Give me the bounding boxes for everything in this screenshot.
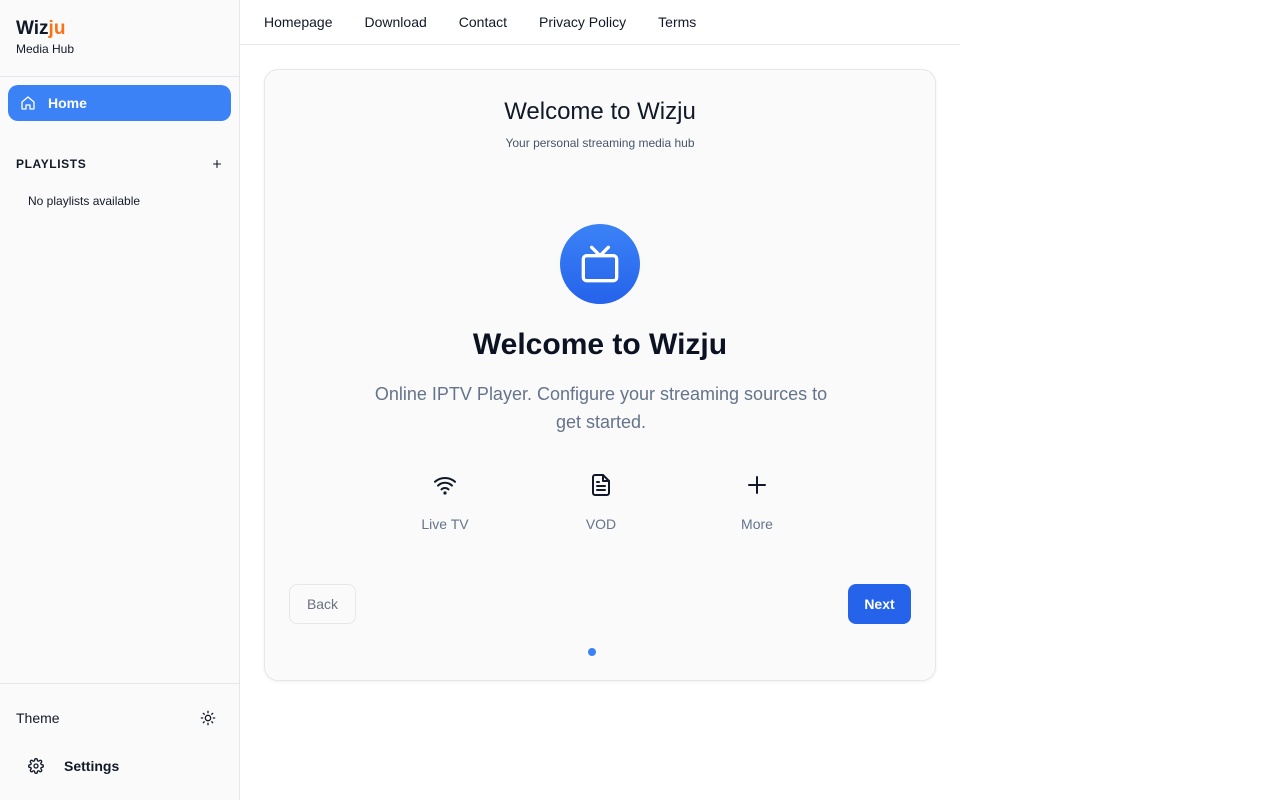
sidebar-item-home[interactable]: Home — [8, 85, 231, 121]
card-subtitle: Your personal streaming media hub — [505, 136, 695, 150]
wifi-icon — [432, 472, 458, 498]
brand-subtitle: Media Hub — [16, 42, 75, 56]
theme-row: Theme — [16, 710, 216, 726]
document-icon — [588, 472, 614, 498]
gear-icon — [28, 758, 44, 774]
brand-name-main: Wiz — [16, 18, 49, 39]
feature-label: More — [741, 516, 773, 532]
plus-icon — [212, 159, 222, 169]
welcome-card: Welcome to Wizju Your personal streaming… — [264, 69, 936, 681]
brand: Wiz ju Media Hub — [0, 0, 239, 77]
feature-vod: VOD — [541, 472, 661, 532]
theme-label: Theme — [16, 710, 60, 726]
feature-live-tv: Live TV — [385, 472, 505, 532]
nav-link-terms[interactable]: Terms — [658, 14, 696, 30]
theme-toggle-button[interactable] — [200, 710, 216, 726]
settings-label: Settings — [64, 758, 120, 774]
playlists-header: PLAYLISTS — [16, 157, 224, 171]
back-button[interactable]: Back — [289, 584, 356, 624]
nav-link-download[interactable]: Download — [365, 14, 427, 30]
nav-link-privacy-policy[interactable]: Privacy Policy — [539, 14, 626, 30]
brand-name-accent: ju — [48, 18, 66, 39]
playlists-title: PLAYLISTS — [16, 157, 87, 171]
add-playlist-button[interactable] — [210, 157, 224, 171]
sidebar-footer: Theme Settings — [0, 683, 239, 800]
hero-description: Online IPTV Player. Configure your strea… — [374, 384, 828, 432]
card-title: Welcome to Wizju — [504, 98, 696, 125]
feature-label: Live TV — [421, 516, 469, 532]
sidebar-item-settings[interactable]: Settings — [28, 758, 119, 774]
sidebar-item-label: Home — [48, 95, 87, 111]
home-icon — [20, 95, 36, 111]
tv-icon — [560, 224, 640, 304]
feature-more: More — [697, 472, 817, 532]
nav-link-homepage[interactable]: Homepage — [264, 14, 333, 30]
next-button[interactable]: Next — [848, 584, 911, 624]
feature-label: VOD — [585, 516, 617, 532]
sun-icon — [200, 710, 216, 726]
step-indicator-dot — [588, 648, 596, 656]
feature-list: Live TV VOD More — [385, 472, 817, 532]
sidebar: Wiz ju Media Hub Home PLAYLISTS No playli… — [0, 0, 240, 800]
top-nav: Homepage Download Contact Privacy Policy… — [240, 0, 960, 45]
plus-icon — [744, 472, 770, 498]
hero-title: Welcome to Wizju — [472, 328, 728, 361]
playlists-empty-text: No playlists available — [28, 194, 141, 208]
nav-link-contact[interactable]: Contact — [459, 14, 507, 30]
brand-logo[interactable]: Wiz ju — [16, 18, 223, 40]
